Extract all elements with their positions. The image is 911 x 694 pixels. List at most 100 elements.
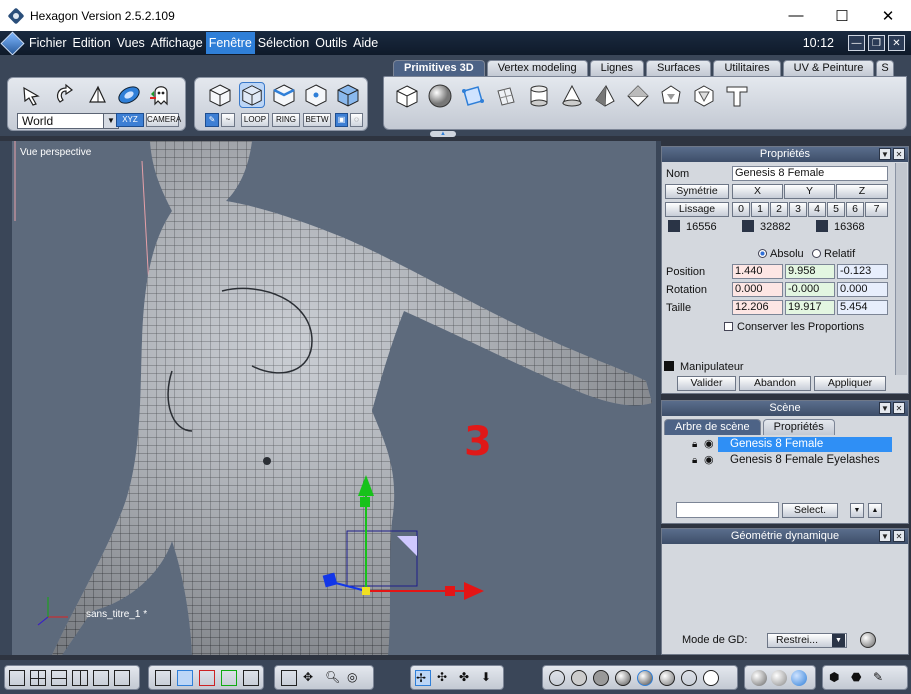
scene-filter-input[interactable] bbox=[676, 502, 779, 518]
object-mode-icon[interactable] bbox=[207, 82, 233, 108]
camera-button[interactable]: CAMERA bbox=[146, 113, 181, 127]
rotation-z-field[interactable]: 0.000 bbox=[837, 282, 888, 297]
gd-mode-select[interactable]: Restrei... ▼ bbox=[767, 633, 847, 648]
betw-button[interactable]: BETW bbox=[303, 113, 331, 127]
minimize-button[interactable]: — bbox=[773, 0, 819, 31]
name-field[interactable]: Genesis 8 Female bbox=[732, 166, 888, 181]
select-shrink-button[interactable]: ◌ bbox=[350, 113, 363, 127]
properties-collapse-button[interactable]: ▼ bbox=[879, 148, 891, 160]
tab-scene-tree[interactable]: Arbre de scène bbox=[664, 419, 761, 435]
tab-utilitaires[interactable]: Utilitaires bbox=[713, 60, 781, 76]
menu-outils[interactable]: Outils bbox=[312, 32, 350, 54]
abandon-button[interactable]: Abandon bbox=[739, 376, 811, 391]
ring-button[interactable]: RING bbox=[272, 113, 300, 127]
lasso-select-button[interactable]: ~ bbox=[221, 113, 235, 127]
position-x-field[interactable]: 1.440 bbox=[732, 264, 783, 279]
plane-icon[interactable] bbox=[460, 83, 486, 109]
menu-vues[interactable]: Vues bbox=[114, 32, 148, 54]
mdi-close-button[interactable]: ✕ bbox=[888, 35, 905, 51]
smoothing-level-1[interactable]: 1 bbox=[751, 202, 769, 217]
ghost-icon[interactable] bbox=[148, 82, 174, 108]
scene-up-button[interactable]: ▲ bbox=[868, 503, 882, 518]
tab-uv-peinture[interactable]: UV & Peinture bbox=[782, 60, 875, 76]
gd-sphere-icon[interactable] bbox=[860, 632, 876, 648]
properties-scrollbar[interactable] bbox=[895, 163, 907, 375]
size-x-field[interactable]: 12.206 bbox=[732, 300, 783, 315]
layout-four-icon[interactable] bbox=[114, 670, 130, 686]
edge-mode-icon[interactable] bbox=[271, 82, 297, 108]
maximize-button[interactable]: ☐ bbox=[819, 0, 865, 31]
rotation-x-field[interactable]: 0.000 bbox=[732, 282, 783, 297]
layout-single-icon[interactable] bbox=[9, 670, 25, 686]
eye-icon[interactable]: ◉ bbox=[704, 453, 714, 467]
shade-smooth-icon[interactable] bbox=[615, 670, 631, 686]
symmetry-x-button[interactable]: X bbox=[732, 184, 783, 199]
symmetry-button[interactable]: Symétrie bbox=[665, 184, 729, 199]
xyz-button[interactable]: XYZ bbox=[116, 113, 144, 127]
scene-close-button[interactable]: ✕ bbox=[893, 402, 905, 414]
mdi-restore-button[interactable]: ❐ bbox=[868, 35, 885, 51]
shade-material-icon[interactable] bbox=[681, 670, 697, 686]
grid-plane-icon[interactable] bbox=[493, 83, 519, 109]
menu-fichier[interactable]: Fichier bbox=[26, 32, 70, 54]
scale-icon[interactable] bbox=[84, 82, 110, 108]
properties-close-button[interactable]: ✕ bbox=[893, 148, 905, 160]
cube-icon[interactable] bbox=[394, 83, 420, 109]
cone-icon[interactable] bbox=[559, 83, 585, 109]
smoothing-level-0[interactable]: 0 bbox=[732, 202, 750, 217]
menu-edition[interactable]: Edition bbox=[70, 32, 114, 54]
shade-hidden-icon[interactable] bbox=[571, 670, 587, 686]
coord-space-select[interactable]: World bbox=[17, 113, 119, 129]
close-button[interactable]: ✕ bbox=[865, 0, 911, 31]
toolbar-collapse-icon[interactable]: ▲ bbox=[430, 131, 456, 137]
tab-surfaces[interactable]: Surfaces bbox=[646, 60, 712, 76]
scene-collapse-button[interactable]: ▼ bbox=[879, 402, 891, 414]
symmetry-y-button[interactable]: Y bbox=[784, 184, 835, 199]
universal-manipulator-icon[interactable] bbox=[116, 82, 142, 108]
rotation-y-field[interactable]: -0.000 bbox=[785, 282, 835, 297]
keep-proportions-checkbox[interactable]: Conserver les Proportions bbox=[724, 321, 864, 333]
absolute-radio[interactable]: Absolu bbox=[758, 248, 804, 260]
spotlight-icon[interactable] bbox=[791, 670, 807, 686]
position-z-field[interactable]: -0.123 bbox=[837, 264, 888, 279]
render-icon[interactable]: ⬢ bbox=[829, 670, 845, 686]
smoothing-button[interactable]: Lissage bbox=[665, 202, 729, 217]
brush-select-button[interactable]: ✎ bbox=[205, 113, 219, 127]
lock-icon[interactable]: 🔒︎ bbox=[692, 454, 697, 468]
menu-aide[interactable]: Aide bbox=[350, 32, 381, 54]
menu-selection[interactable]: Sélection bbox=[255, 32, 312, 54]
shade-flat-icon[interactable] bbox=[593, 670, 609, 686]
layout-quad-icon[interactable] bbox=[30, 670, 46, 686]
render-region-icon[interactable]: ⬣ bbox=[851, 670, 867, 686]
tree-row[interactable]: 🔒︎ ◉ Genesis 8 Female Eyelashes bbox=[662, 453, 908, 468]
validate-button[interactable]: Valider bbox=[677, 376, 736, 391]
select-grow-button[interactable]: ▣ bbox=[335, 113, 348, 127]
render-settings-icon[interactable]: ✎ bbox=[873, 670, 889, 686]
size-z-field[interactable]: 5.454 bbox=[837, 300, 888, 315]
smoothing-level-5[interactable]: 5 bbox=[827, 202, 845, 217]
scene-select-button[interactable]: Select. bbox=[782, 503, 838, 518]
smoothing-level-4[interactable]: 4 bbox=[808, 202, 826, 217]
layout-split-v-icon[interactable] bbox=[72, 670, 88, 686]
smoothing-level-6[interactable]: 6 bbox=[846, 202, 864, 217]
orbit-icon[interactable]: ◎ bbox=[347, 670, 363, 686]
dg-collapse-button[interactable]: ▼ bbox=[879, 530, 891, 542]
layout-three-icon[interactable] bbox=[93, 670, 109, 686]
grid-red-icon[interactable] bbox=[199, 670, 215, 686]
menu-affichage[interactable]: Affichage bbox=[148, 32, 206, 54]
auto-mode-icon[interactable] bbox=[335, 82, 361, 108]
smoothing-level-2[interactable]: 2 bbox=[770, 202, 788, 217]
vertex-mode-icon[interactable] bbox=[303, 82, 329, 108]
dodecahedron-icon[interactable] bbox=[658, 83, 684, 109]
tab-lignes[interactable]: Lignes bbox=[589, 60, 645, 76]
apply-button[interactable]: Appliquer bbox=[814, 376, 886, 391]
symmetry-z-button[interactable]: Z bbox=[836, 184, 888, 199]
cylinder-icon[interactable] bbox=[526, 83, 552, 109]
zoom-icon[interactable]: 🔍︎ bbox=[325, 670, 341, 686]
lock-icon[interactable]: 🔒︎ bbox=[692, 438, 697, 452]
rotate-icon[interactable] bbox=[52, 82, 78, 108]
select-arrow-icon[interactable] bbox=[20, 82, 46, 108]
grid-blue-icon[interactable] bbox=[177, 670, 193, 686]
dg-close-button[interactable]: ✕ bbox=[893, 530, 905, 542]
grid-green-icon[interactable] bbox=[221, 670, 237, 686]
